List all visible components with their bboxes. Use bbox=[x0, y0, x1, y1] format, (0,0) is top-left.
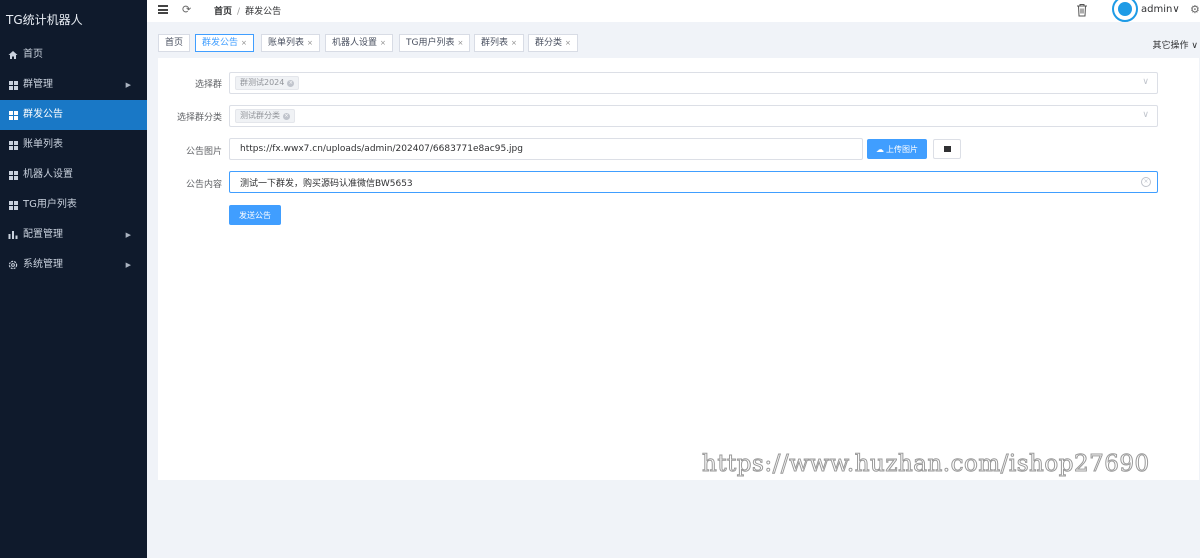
group-select-label: 选择群 bbox=[194, 80, 222, 90]
grid-icon bbox=[8, 200, 18, 210]
close-icon[interactable]: × bbox=[380, 39, 386, 47]
tag-label: TG用户列表 bbox=[406, 38, 455, 48]
sidebar-item-bill-list[interactable]: 账单列表 bbox=[0, 130, 147, 160]
breadcrumb-current: 群发公告 bbox=[245, 7, 282, 17]
top-header: ⟳ 首页 / 群发公告 admin∨ ⚙ bbox=[147, 0, 1200, 22]
close-icon[interactable]: × bbox=[307, 39, 313, 47]
caret-right-icon: ▶ bbox=[125, 261, 131, 269]
upload-image-button[interactable]: ☁ 上传图片 bbox=[867, 139, 927, 159]
close-icon[interactable]: × bbox=[241, 39, 247, 47]
content-label: 公告内容 bbox=[185, 180, 222, 190]
other-operations-dropdown[interactable]: 其它操作 ∨ bbox=[1153, 38, 1198, 51]
caret-right-icon: ▶ bbox=[125, 81, 131, 89]
send-announcement-button[interactable]: 发送公告 bbox=[229, 205, 281, 225]
trash-icon[interactable] bbox=[1076, 3, 1088, 17]
chip-label: 群测试2024 bbox=[240, 78, 285, 87]
selected-category-chip: 测试群分类 × bbox=[235, 109, 295, 123]
avatar[interactable] bbox=[1112, 0, 1138, 22]
avatar-image bbox=[1118, 2, 1132, 16]
breadcrumb: 首页 / 群发公告 bbox=[214, 4, 281, 17]
chevron-down-icon: ∨ bbox=[1142, 77, 1149, 87]
sidebar-item-label: TG用户列表 bbox=[23, 199, 77, 210]
sidebar-item-label: 群发公告 bbox=[23, 109, 63, 120]
username: admin bbox=[1141, 4, 1173, 15]
tag-label: 群发公告 bbox=[202, 38, 239, 48]
grid-icon bbox=[8, 140, 18, 150]
bar-chart-icon bbox=[8, 230, 18, 240]
refresh-icon[interactable]: ⟳ bbox=[182, 3, 191, 16]
upload-button-label: 上传图片 bbox=[886, 144, 918, 154]
tag-label: 账单列表 bbox=[268, 38, 305, 48]
grid-icon bbox=[8, 80, 18, 90]
image-url-label: 公告图片 bbox=[185, 147, 222, 157]
caret-right-icon: ▶ bbox=[125, 231, 131, 239]
close-icon[interactable]: × bbox=[457, 39, 463, 47]
sidebar-item-label: 配置管理 bbox=[23, 229, 63, 240]
tag-group-announcement[interactable]: 群发公告 × bbox=[195, 34, 254, 52]
sidebar-item-config-management[interactable]: 配置管理 ▶ bbox=[0, 220, 147, 250]
tag-tg-user-list[interactable]: TG用户列表 × bbox=[399, 34, 471, 52]
sidebar-item-label: 账单列表 bbox=[23, 139, 63, 150]
sidebar-item-system-management[interactable]: 系统管理 ▶ bbox=[0, 250, 147, 280]
sidebar: TG统计机器人 首页 群管理 ▶ 群发公告 账单列表 机器人设置 TG用户列表 … bbox=[0, 0, 147, 558]
group-select[interactable]: 群测试2024 × ∨ bbox=[229, 72, 1158, 94]
settings-gear-icon[interactable]: ⚙ bbox=[1190, 3, 1200, 16]
sidebar-item-label: 系统管理 bbox=[23, 259, 63, 270]
sidebar-item-home[interactable]: 首页 bbox=[0, 40, 147, 70]
clear-icon[interactable]: × bbox=[1141, 177, 1151, 187]
chip-close-icon[interactable]: × bbox=[287, 79, 295, 87]
close-icon[interactable]: × bbox=[511, 39, 517, 47]
image-icon bbox=[943, 146, 951, 152]
content-input[interactable]: 测试一下群发，购买源码认准微信BW5653 × bbox=[229, 171, 1158, 193]
watermark: https://www.huzhan.com/ishop27690 bbox=[702, 451, 1150, 478]
app-brand: TG统计机器人 bbox=[6, 13, 83, 27]
preview-image-button[interactable] bbox=[933, 139, 961, 159]
close-icon[interactable]: × bbox=[565, 39, 571, 47]
grid-icon bbox=[8, 110, 18, 120]
user-menu[interactable]: admin∨ bbox=[1141, 4, 1180, 15]
chevron-down-icon: ∨ bbox=[1142, 110, 1149, 120]
sidebar-item-label: 群管理 bbox=[23, 79, 53, 90]
tag-group-list[interactable]: 群列表 × bbox=[474, 34, 524, 52]
sidebar-item-label: 机器人设置 bbox=[23, 169, 73, 180]
tag-label: 群列表 bbox=[481, 38, 509, 48]
selected-group-chip: 群测试2024 × bbox=[235, 76, 300, 90]
tag-label: 群分类 bbox=[535, 38, 563, 48]
tag-bill-list[interactable]: 账单列表 × bbox=[261, 34, 320, 52]
chip-label: 测试群分类 bbox=[240, 111, 280, 120]
sidebar-item-tg-user-list[interactable]: TG用户列表 bbox=[0, 190, 147, 220]
chip-close-icon[interactable]: × bbox=[283, 112, 290, 120]
announcement-form-panel: 选择群 群测试2024 × ∨ 选择群分类 测试群分类 × ∨ 公告图片 https… bbox=[158, 58, 1199, 480]
tags-view-bar: 首页 群发公告 × 账单列表 × 机器人设置 × TG用户列表 × 群列表 × 群分类 × … bbox=[147, 27, 1200, 57]
sidebar-item-robot-settings[interactable]: 机器人设置 bbox=[0, 160, 147, 190]
sidebar-item-group-announcement[interactable]: 群发公告 bbox=[0, 100, 147, 130]
category-select-label: 选择群分类 bbox=[176, 113, 222, 123]
home-icon bbox=[8, 50, 18, 60]
tag-group-category[interactable]: 群分类 × bbox=[528, 34, 578, 52]
tag-robot-settings[interactable]: 机器人设置 × bbox=[325, 34, 393, 52]
hamburger-icon[interactable] bbox=[158, 5, 168, 14]
image-url-input[interactable]: https://fx.wwx7.cn/uploads/admin/202407/… bbox=[229, 138, 863, 160]
tag-label: 机器人设置 bbox=[332, 38, 378, 48]
sidebar-item-group-management[interactable]: 群管理 ▶ bbox=[0, 70, 147, 100]
breadcrumb-separator: / bbox=[237, 7, 241, 17]
grid-icon bbox=[8, 170, 18, 180]
image-url-value: https://fx.wwx7.cn/uploads/admin/202407/… bbox=[240, 144, 523, 154]
sidebar-item-label: 首页 bbox=[23, 49, 43, 60]
gear-icon bbox=[8, 260, 18, 270]
chevron-down-icon: ∨ bbox=[1172, 4, 1180, 15]
tag-label: 首页 bbox=[165, 38, 184, 48]
breadcrumb-home[interactable]: 首页 bbox=[214, 7, 232, 17]
tag-home[interactable]: 首页 bbox=[158, 34, 191, 52]
cloud-upload-icon: ☁ bbox=[876, 144, 884, 154]
content-value: 测试一下群发，购买源码认准微信BW5653 bbox=[240, 178, 413, 189]
category-select[interactable]: 测试群分类 × ∨ bbox=[229, 105, 1158, 127]
